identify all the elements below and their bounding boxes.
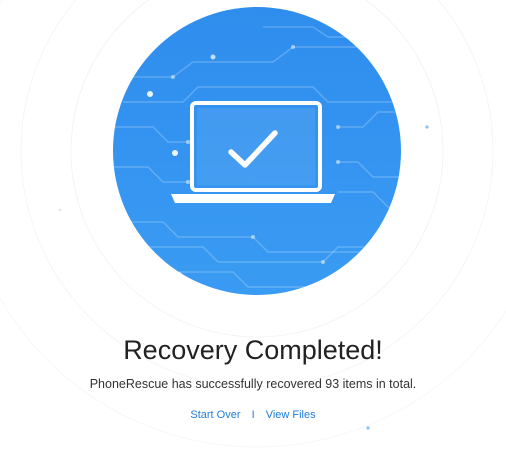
- page-title: Recovery Completed!: [123, 335, 383, 365]
- recovery-complete-illustration: [113, 7, 401, 295]
- recovery-summary: PhoneRescue has successfully recovered 9…: [89, 377, 417, 391]
- link-separator: I: [251, 409, 255, 421]
- view-files-link[interactable]: View Files: [266, 409, 316, 421]
- action-links: Start Over I View Files: [0, 407, 506, 423]
- start-over-link[interactable]: Start Over: [190, 409, 240, 421]
